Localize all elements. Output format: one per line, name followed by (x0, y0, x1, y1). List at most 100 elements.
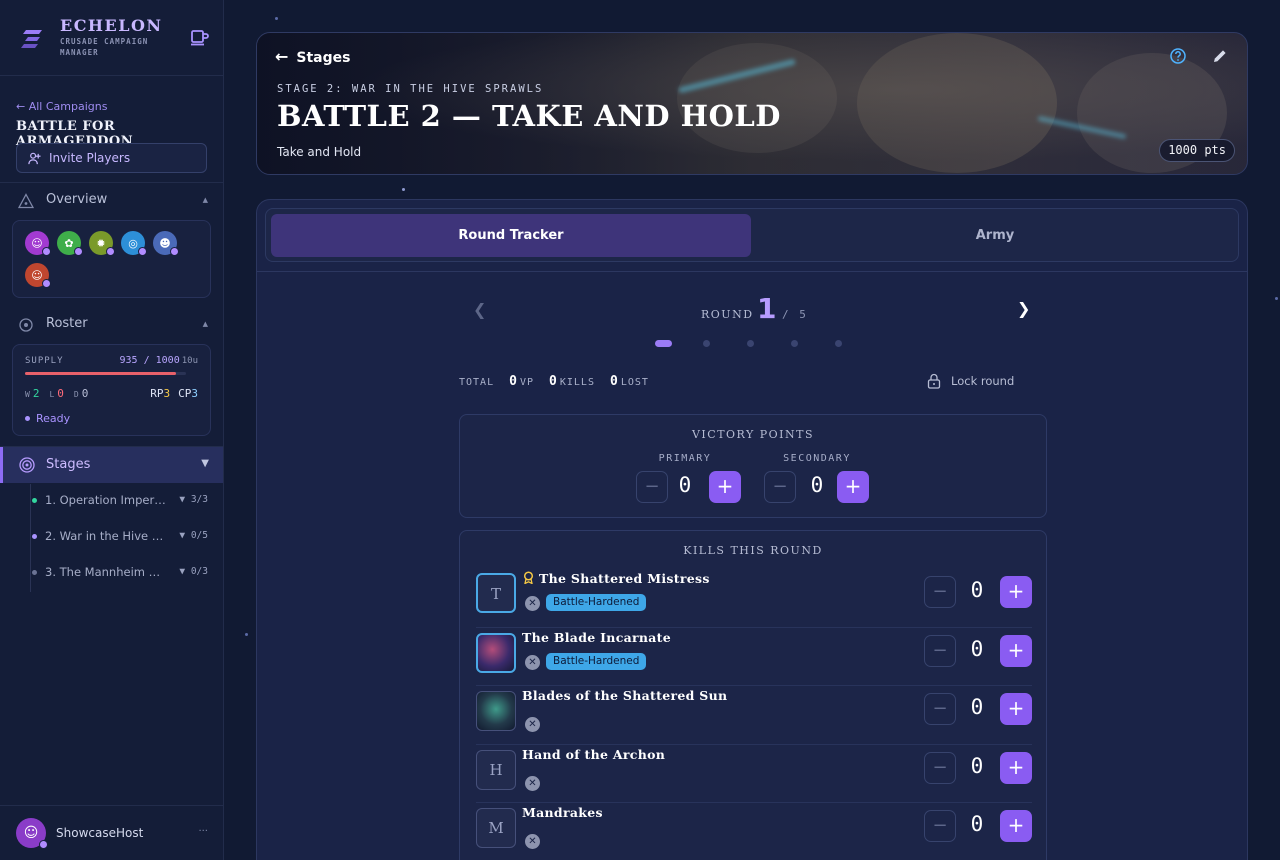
lost-label: LOST (620, 377, 649, 388)
round-dot-5[interactable] (835, 340, 842, 347)
unit-portrait[interactable] (476, 633, 516, 673)
stage-item[interactable]: 3. The Mannheim Gap ▼ 0/3 (32, 565, 212, 581)
arrow-left-icon: ← (275, 47, 289, 66)
all-campaigns-link[interactable]: ← All Campaigns (16, 100, 107, 113)
supply-amount: 935 / 1000 (119, 355, 180, 366)
player-avatar[interactable]: ☺ (25, 231, 51, 256)
next-round-icon[interactable]: ❯ (1017, 299, 1030, 318)
players-card: ☺ ✿ ✹ ◎ ☻ ☺ (12, 220, 211, 298)
round-dot-4[interactable] (791, 340, 798, 347)
totals-label: TOTAL (459, 377, 495, 388)
kills-decrement-button[interactable]: − (924, 810, 956, 842)
sparkle-decoration (402, 188, 405, 191)
previous-round-icon[interactable]: ❮ (473, 300, 486, 319)
victory-points-section: VICTORY POINTS PRIMARY − 0 + SECONDARY −… (459, 414, 1047, 518)
remove-unit-icon[interactable]: ✕ (525, 834, 540, 849)
rp-key: RP (150, 387, 164, 400)
player-avatar[interactable]: ☻ (153, 231, 179, 256)
stages-section-toggle[interactable]: Stages ▼ (0, 447, 223, 483)
victory-points-title: VICTORY POINTS (691, 428, 815, 441)
kills-value: 0 (970, 637, 984, 661)
roster-section-toggle[interactable]: Roster ▲ (18, 316, 208, 334)
round-dot-3[interactable] (747, 340, 754, 347)
chevron-up-icon: ▲ (202, 196, 208, 204)
target-icon (19, 318, 33, 332)
ready-status: Ready (25, 412, 70, 425)
stage-count: ▼ 0/3 (179, 566, 208, 577)
stage-item[interactable]: 2. War in the Hive Sp... ▼ 0/5 (32, 529, 212, 545)
player-avatar[interactable]: ✿ (57, 231, 83, 256)
kills-increment-button[interactable]: + (1000, 810, 1032, 842)
kills-value: 0 (970, 695, 984, 719)
kills-increment-button[interactable]: + (1000, 693, 1032, 725)
unit-name: The Blade Incarnate (522, 630, 671, 645)
secondary-increment-button[interactable]: + (837, 471, 869, 503)
unit-portrait[interactable]: T (476, 573, 516, 613)
primary-increment-button[interactable]: + (709, 471, 741, 503)
remove-unit-icon[interactable]: ✕ (525, 717, 540, 732)
kills-decrement-button[interactable]: − (924, 576, 956, 608)
cp-value: 3 (191, 387, 198, 400)
invite-players-label: Invite Players (49, 151, 131, 165)
kills-label: KILLS (559, 377, 595, 388)
primary-decrement-button[interactable]: − (636, 471, 668, 503)
player-avatar[interactable]: ◎ (121, 231, 147, 256)
unit-name-text: The Shattered Mistress (539, 571, 710, 586)
kills-decrement-button[interactable]: − (924, 752, 956, 784)
secondary-value: 0 (810, 473, 824, 497)
unit-portrait[interactable]: M (476, 808, 516, 848)
award-medal-icon (523, 571, 534, 584)
kills-increment-button[interactable]: + (1000, 635, 1032, 667)
coffee-cup-icon[interactable] (190, 28, 210, 46)
tab-round-tracker[interactable]: Round Tracker (271, 214, 751, 257)
secondary-decrement-button[interactable]: − (764, 471, 796, 503)
edit-pencil-icon[interactable] (1211, 47, 1229, 65)
stage-item[interactable]: 1. Operation Imperat... ▼ 3/3 (32, 493, 212, 509)
tab-army[interactable]: Army (755, 214, 1235, 257)
overview-section-toggle[interactable]: Overview ▲ (18, 192, 208, 210)
kills-increment-button[interactable]: + (1000, 576, 1032, 608)
stage-name: 3. The Mannheim Gap (45, 565, 169, 579)
back-to-stages-link[interactable]: ← Stages (275, 47, 350, 66)
supply-progress-bar (25, 372, 186, 375)
record-stats: W2 L0 D0 (25, 387, 88, 400)
more-options-icon[interactable]: ··· (198, 826, 208, 837)
unit-portrait[interactable]: H (476, 750, 516, 790)
round-dot-2[interactable] (703, 340, 710, 347)
losses-value: 0 (57, 387, 64, 400)
kills-decrement-button[interactable]: − (924, 635, 956, 667)
losses-key: L (49, 390, 55, 399)
unit-name: The Shattered Mistress (522, 571, 710, 586)
stage-banner: ← Stages STAGE 2: WAR IN THE HIVE SPRAWLS… (256, 32, 1248, 175)
user-profile[interactable]: ☺ ShowcaseHost ··· (0, 805, 224, 860)
sparkle-decoration (245, 633, 248, 636)
vp-label: VP (519, 377, 535, 388)
kills-increment-button[interactable]: + (1000, 752, 1032, 784)
round-dot-1[interactable] (655, 340, 672, 347)
total-kills: 0 (549, 374, 558, 389)
stages-label: Stages (46, 457, 91, 472)
sidebar: ECHELON CRUSADE CAMPAIGN MANAGER ← All C… (0, 0, 224, 860)
player-avatar[interactable]: ☺ (25, 263, 51, 288)
round-totals: TOTAL 0 VP 0 KILLS 0 LOST (459, 374, 649, 389)
stage-count: ▼ 0/5 (179, 530, 208, 541)
primary-value: 0 (678, 473, 692, 497)
stage-count-value: 0/5 (190, 530, 208, 541)
remove-unit-icon[interactable]: ✕ (525, 655, 540, 670)
stage-name: 1. Operation Imperat... (45, 493, 169, 507)
remove-unit-icon[interactable]: ✕ (525, 596, 540, 611)
remove-unit-icon[interactable]: ✕ (525, 776, 540, 791)
player-avatar[interactable]: ✹ (89, 231, 115, 256)
secondary-label: SECONDARY (783, 453, 851, 464)
lock-round-button[interactable]: Lock round (927, 373, 1014, 389)
kills-title: KILLS THIS ROUND (683, 544, 823, 557)
unit-row: The Blade Incarnate ✕ Battle-Hardened − … (476, 627, 1032, 685)
help-icon[interactable] (1169, 47, 1187, 65)
kills-decrement-button[interactable]: − (924, 693, 956, 725)
invite-players-button[interactable]: Invite Players (16, 143, 207, 173)
total-vp: 0 (509, 374, 518, 389)
brand: ECHELON CRUSADE CAMPAIGN MANAGER (20, 14, 210, 64)
stage-name: 2. War in the Hive Sp... (45, 529, 169, 543)
unit-portrait[interactable] (476, 691, 516, 731)
stage-status-dot (32, 534, 37, 539)
